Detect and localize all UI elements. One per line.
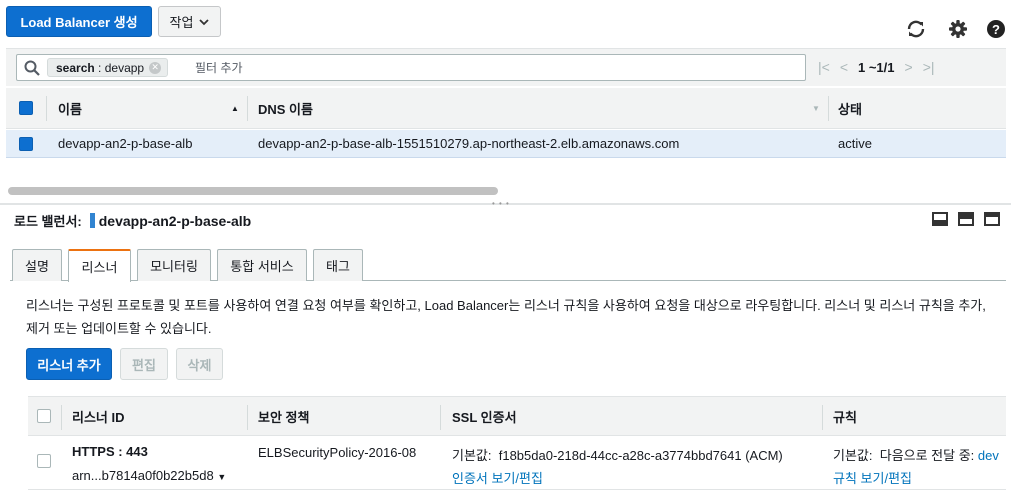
prev-page-icon[interactable]: < [840, 59, 848, 75]
sort-desc-icon[interactable]: ▼ [812, 88, 820, 128]
last-page-icon[interactable]: >| [923, 59, 935, 75]
detail-tabs: 설명 리스너 모니터링 통합 서비스 태그 [10, 249, 1006, 282]
caret-down-icon: ▼ [217, 472, 227, 482]
search-input[interactable]: search : devapp ✕ 필터 추가 [16, 54, 806, 81]
refresh-icon[interactable] [905, 18, 927, 40]
listener-description: 리스너는 구성된 프로토콜 및 포트를 사용하여 연결 요청 여부를 확인하고,… [26, 298, 986, 336]
search-icon [24, 60, 40, 76]
tab-listeners[interactable]: 리스너 [68, 249, 131, 282]
column-header-state[interactable]: 상태 [838, 88, 862, 128]
lb-name-cell: devapp-an2-p-base-alb [58, 136, 193, 151]
top-toolbar: Load Balancer 생성 작업 ? [0, 0, 1011, 44]
listener-table-header: 리스너 ID 보안 정책 SSL 인증서 규칙 [28, 396, 1006, 436]
column-header-rules[interactable]: 규칙 [833, 397, 857, 435]
actions-label: 작업 [169, 15, 194, 30]
tab-description[interactable]: 설명 [12, 249, 62, 281]
chevron-down-icon [199, 18, 210, 25]
chip-text: search : devapp [56, 60, 145, 75]
lb-state-cell: active [838, 136, 872, 151]
detail-title: 로드 밸런서: devapp-an2-p-base-alb [14, 211, 251, 230]
splitter-handle-icon[interactable]: • • • [492, 199, 510, 208]
pagination: |< < 1 ~1/1 > >| [818, 59, 935, 75]
column-header-dns[interactable]: DNS 이름 [258, 88, 313, 128]
add-listener-button[interactable]: 리스너 추가 [26, 348, 112, 380]
table-row[interactable]: HTTPS : 443 arn...b7814a0f0b22b5d8 ▼ ELB… [28, 436, 1006, 490]
listener-row-checkbox[interactable] [37, 454, 51, 468]
row-checkbox[interactable] [19, 130, 33, 157]
gear-icon[interactable] [947, 18, 969, 40]
detail-lb-name: devapp-an2-p-base-alb [98, 212, 252, 229]
filter-chip[interactable]: search : devapp ✕ [47, 58, 169, 77]
next-page-icon[interactable]: > [905, 59, 913, 75]
rule-default-value: 기본값: 다음으로 전달 중: dev [833, 448, 999, 463]
ssl-cert-value: 기본값: f18b5da0-218d-44cc-a28c-a3774bbd764… [452, 448, 783, 463]
create-load-balancer-button[interactable]: Load Balancer 생성 [6, 6, 152, 37]
tab-tags[interactable]: 태그 [313, 249, 363, 281]
table-row[interactable]: devapp-an2-p-base-alb devapp-an2-p-base-… [6, 130, 1006, 158]
pane-minimize-icon[interactable] [932, 212, 948, 226]
remove-chip-icon[interactable]: ✕ [149, 61, 162, 74]
pane-maximize-icon[interactable] [984, 212, 1000, 226]
filter-bar: search : devapp ✕ 필터 추가 |< < 1 ~1/1 > >| [6, 48, 1006, 86]
rule-target-link[interactable]: dev [978, 448, 999, 463]
select-all-checkbox[interactable] [19, 88, 33, 128]
actions-dropdown-button[interactable]: 작업 [158, 6, 221, 37]
edit-button[interactable]: 편집 [120, 348, 168, 380]
lb-table-header: 이름 ▲ DNS 이름 ▼ 상태 [6, 88, 1006, 129]
delete-button[interactable]: 삭제 [176, 348, 223, 380]
column-header-security-policy[interactable]: 보안 정책 [258, 397, 309, 435]
search-placeholder: 필터 추가 [195, 61, 243, 75]
first-page-icon[interactable]: |< [818, 59, 830, 75]
column-header-ssl-cert[interactable]: SSL 인증서 [452, 397, 517, 435]
listener-id: HTTPS : 443 [72, 444, 148, 459]
pane-layout-controls [932, 212, 1000, 226]
tab-integrated-services[interactable]: 통합 서비스 [217, 249, 307, 281]
pane-half-icon[interactable] [958, 212, 974, 226]
column-header-listener-id[interactable]: 리스너 ID [72, 397, 125, 435]
accent-bar [89, 213, 95, 228]
tab-monitoring[interactable]: 모니터링 [137, 249, 211, 281]
security-policy: ELBSecurityPolicy-2016-08 [258, 445, 417, 460]
sort-asc-icon[interactable]: ▲ [231, 88, 239, 128]
svg-text:?: ? [992, 22, 1000, 37]
view-edit-rules-link[interactable]: 규칙 보기/편집 [833, 468, 912, 487]
horizontal-scrollbar[interactable] [8, 187, 498, 195]
page-count: 1 ~1/1 [858, 59, 895, 75]
column-header-name[interactable]: 이름 [58, 88, 82, 128]
detail-label: 로드 밸런서: [14, 214, 82, 229]
lb-dns-cell: devapp-an2-p-base-alb-1551510279.ap-nort… [258, 136, 680, 151]
help-icon[interactable]: ? [985, 18, 1007, 40]
view-edit-cert-link[interactable]: 인증서 보기/편집 [452, 468, 543, 487]
listener-select-all-checkbox[interactable] [37, 397, 51, 435]
listener-arn[interactable]: arn...b7814a0f0b22b5d8 ▼ [72, 468, 226, 483]
